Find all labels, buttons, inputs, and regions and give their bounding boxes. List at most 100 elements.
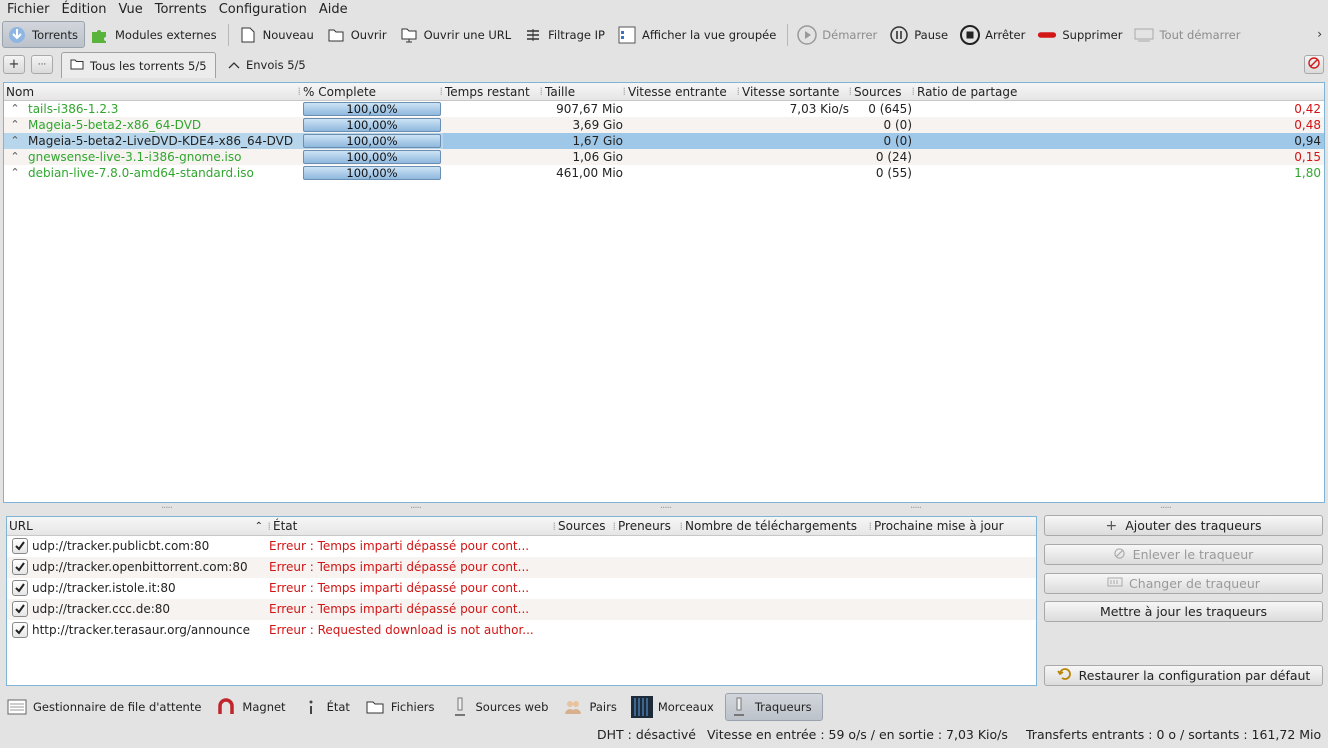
progress-bar: 100,00% [303, 134, 441, 148]
torrent-size: 461,00 Mio [556, 166, 623, 180]
upload-arrow-icon: ⌃ [10, 118, 20, 131]
col-url[interactable]: URL ⌃ [7, 517, 271, 535]
col-download-speed[interactable]: Vitesse entrante [626, 83, 740, 100]
menu-view[interactable]: Vue [112, 0, 148, 20]
col-share-ratio[interactable]: Ratio de partage [915, 83, 1324, 100]
tracker-enabled-checkbox[interactable] [12, 622, 28, 638]
menu-configuration[interactable]: Configuration [213, 0, 313, 20]
tab-files[interactable]: Fichiers [361, 693, 446, 721]
new-button[interactable]: Nouveau [233, 21, 321, 48]
add-group-button[interactable]: + [3, 55, 25, 74]
col-downloads[interactable]: Nombre de téléchargements [683, 517, 872, 535]
tab-uploads[interactable]: Envois 5/5 [220, 52, 314, 78]
tab-chunks[interactable]: Morceaux [628, 693, 725, 721]
col-time-remaining[interactable]: Temps restant [443, 83, 543, 100]
tracker-row[interactable]: udp://tracker.istole.it:80 Erreur : Temps… [7, 578, 1036, 599]
open-button[interactable]: Ouvrir [321, 21, 394, 48]
open-label: Ouvrir [350, 27, 387, 42]
tracker-row[interactable]: udp://tracker.ccc.de:80 Erreur : Temps im… [7, 599, 1036, 620]
restore-defaults-button[interactable]: Restaurer la configuration par défaut [1044, 665, 1323, 686]
tab-status[interactable]: État [297, 693, 361, 721]
tab-queue-manager-label: Gestionnaire de file d'attente [33, 700, 202, 714]
open-url-button[interactable]: Ouvrir une URL [394, 21, 519, 48]
plugins-button[interactable]: Modules externes [85, 21, 224, 48]
close-group-button[interactable] [1304, 55, 1324, 74]
tracker-enabled-checkbox[interactable] [12, 538, 28, 554]
remove-button[interactable]: Supprimer [1032, 21, 1129, 48]
speed-status: Vitesse en entrée : 59 o/s / en sortie :… [707, 727, 1008, 742]
tracker-row[interactable]: udp://tracker.publicbt.com:80 Erreur : Te… [7, 536, 1036, 557]
tracker-row[interactable]: udp://tracker.openbittorrent.com:80 Erreu… [7, 557, 1036, 578]
torrent-size: 1,67 Gio [543, 133, 626, 149]
tab-peers[interactable]: Pairs [559, 693, 627, 721]
tab-all-torrents[interactable]: Tous les torrents 5/5 [61, 52, 216, 78]
menu-bar: Fichier Édition Vue Torrents Configurati… [0, 0, 1328, 20]
col-next-update[interactable]: Prochaine mise à jour [872, 517, 1036, 535]
torrent-name-cell: ⌃ debian-live-7.8.0-amd64-standard.iso [4, 165, 301, 181]
tab-peers-label: Pairs [589, 700, 617, 714]
menu-help[interactable]: Aide [313, 0, 354, 20]
tracker-enabled-checkbox[interactable] [12, 580, 28, 596]
toolbar-overflow-icon[interactable]: › [1317, 27, 1322, 41]
torrent-list: Nom % Complete Temps restant Taille Vite… [3, 82, 1325, 503]
forbidden-icon [1113, 547, 1125, 562]
tab-magnet[interactable]: Magnet [212, 693, 296, 721]
tracker-url: udp://tracker.istole.it:80 [32, 581, 176, 595]
pause-button[interactable]: Pause [884, 21, 955, 48]
time-remaining [443, 165, 543, 181]
tab-queue-manager[interactable]: Gestionnaire de file d'attente [3, 693, 212, 721]
sort-up-icon: ⌃ [254, 521, 263, 532]
update-trackers-button[interactable]: Mettre à jour les traqueurs [1044, 601, 1323, 622]
torrents-button[interactable]: Torrents [2, 21, 85, 48]
stop-button[interactable]: Arrêter [955, 21, 1032, 48]
open-url-label: Ouvrir une URL [423, 27, 512, 42]
table-row[interactable]: ⌃ gnewsense-live-3.1-i386-gnome.iso 100,00… [4, 149, 1324, 165]
start-all-button[interactable]: Tout démarrer [1129, 21, 1247, 48]
upload-arrow-icon: ⌃ [10, 166, 20, 179]
filter-icon [523, 25, 543, 45]
tab-web-seeds[interactable]: Sources web [446, 693, 560, 721]
check-icon [15, 625, 25, 635]
menu-edit[interactable]: Édition [56, 0, 113, 20]
web-seed-icon [449, 696, 471, 718]
col-name[interactable]: Nom [4, 83, 301, 100]
tab-trackers-label: Traqueurs [754, 700, 812, 714]
add-trackers-label: Ajouter des traqueurs [1125, 518, 1262, 533]
progress-bar: 100,00% [303, 102, 441, 116]
col-upload-speed[interactable]: Vitesse sortante [740, 83, 852, 100]
col-size[interactable]: Taille [543, 83, 626, 100]
progress-bar: 100,00% [303, 150, 441, 164]
progress-cell: 100,00% [301, 101, 443, 117]
col-state[interactable]: État [271, 517, 556, 535]
tracker-enabled-checkbox[interactable] [12, 559, 28, 575]
menu-torrents[interactable]: Torrents [149, 0, 213, 20]
torrents-icon [7, 25, 27, 45]
tracker-list-header: URL ⌃ État Sources Preneurs Nombre de té… [7, 517, 1036, 536]
grouped-view-button[interactable]: Afficher la vue groupée [612, 21, 783, 48]
grouped-view-icon [617, 25, 637, 45]
tab-trackers[interactable]: Traqueurs [724, 693, 823, 721]
tracker-row[interactable]: http://tracker.terasaur.org/announce Erre… [7, 620, 1036, 641]
ip-filter-button[interactable]: Filtrage IP [518, 21, 612, 48]
menu-file[interactable]: Fichier [1, 0, 56, 20]
tracker-enabled-checkbox[interactable] [12, 601, 28, 617]
add-trackers-button[interactable]: + Ajouter des traqueurs [1044, 515, 1323, 536]
download-speed [626, 101, 740, 117]
table-row[interactable]: ⌃ tails-i386-1.2.3 100,00% 907,67 Mio 7,03 K… [4, 101, 1324, 117]
col-tracker-sources[interactable]: Sources [556, 517, 616, 535]
grouped-view-label: Afficher la vue groupée [641, 27, 777, 42]
start-button[interactable]: Démarrer [792, 21, 884, 48]
table-row[interactable]: ⌃ debian-live-7.8.0-amd64-standard.iso 100… [4, 165, 1324, 181]
tracker-url: udp://tracker.publicbt.com:80 [32, 539, 210, 553]
col-leechers[interactable]: Preneurs [616, 517, 683, 535]
table-row[interactable]: ⌃ Mageia-5-beta2-x86_64-DVD 100,00% 3,69 Gi… [4, 117, 1324, 133]
change-tracker-button[interactable]: Changer de traqueur [1044, 573, 1323, 594]
splitter-handle[interactable]: ····· ····· ····· ····· ····· [0, 503, 1328, 515]
remove-tracker-button[interactable]: Enlever le traqueur [1044, 544, 1323, 565]
group-options-button[interactable]: ··· [31, 55, 53, 74]
col-complete[interactable]: % Complete [301, 83, 443, 100]
col-sources[interactable]: Sources [852, 83, 915, 100]
table-row[interactable]: ⌃ Mageia-5-beta2-LiveDVD-KDE4-x86_64-DVD 1… [4, 133, 1324, 149]
sources: 0 (0) [852, 133, 915, 149]
tab-magnet-label: Magnet [242, 700, 286, 714]
